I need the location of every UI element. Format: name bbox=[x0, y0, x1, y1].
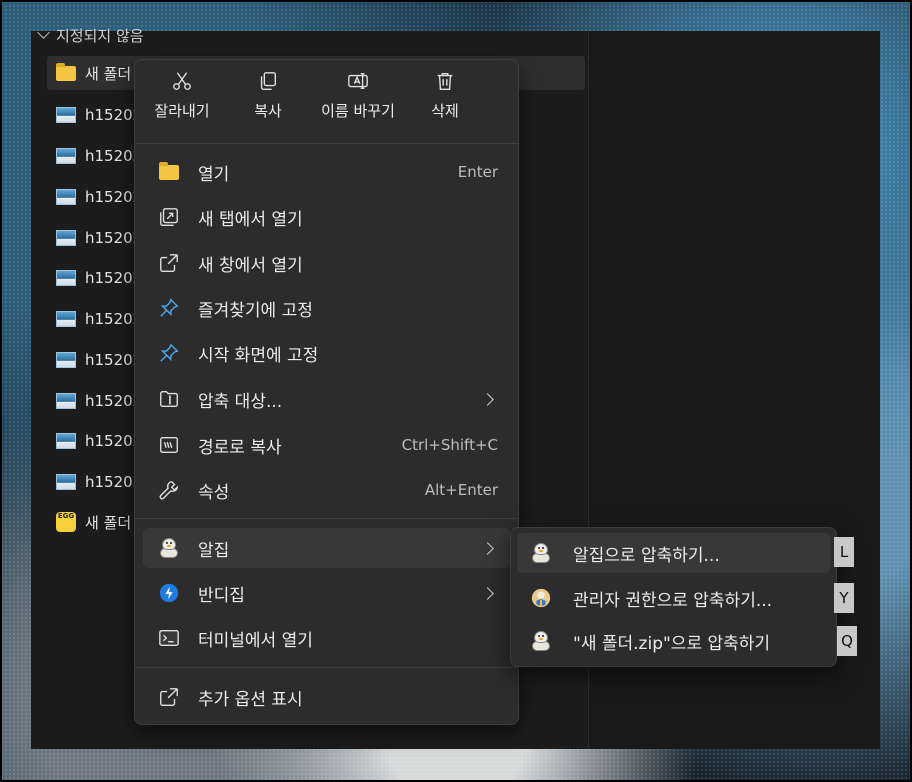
screenshot-border bbox=[0, 0, 912, 782]
